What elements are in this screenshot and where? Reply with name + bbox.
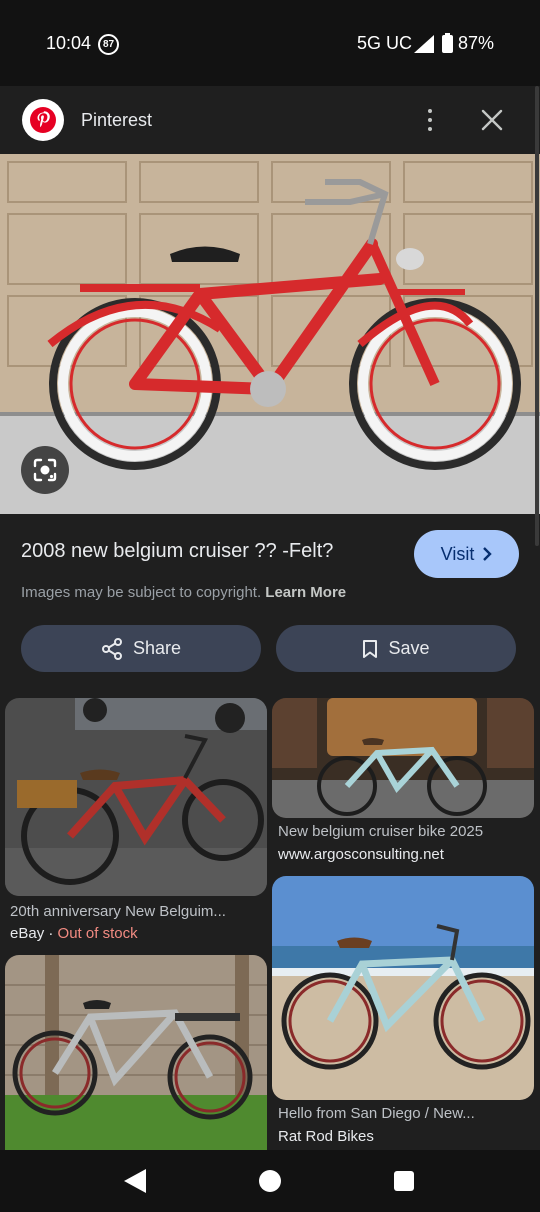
battery-percent: 87%: [458, 33, 495, 53]
scrollbar[interactable]: [535, 86, 539, 546]
related-caption-1: 20th anniversary New Belguim...: [10, 903, 226, 920]
result-title: 2008 new belgium cruiser ?? -Felt?: [21, 540, 334, 562]
pinterest-icon: [30, 107, 56, 133]
recents-icon[interactable]: [394, 1171, 414, 1191]
save-button[interactable]: Save: [276, 625, 516, 672]
red-cruiser-bike-photo: [0, 154, 540, 514]
beach-cruiser-photo: [272, 876, 534, 1100]
visit-button[interactable]: Visit: [414, 530, 519, 578]
signal-icon: [414, 35, 434, 53]
related-source-1: eBay · Out of stock: [10, 925, 138, 942]
lens-button[interactable]: [21, 446, 69, 494]
stock-status: Out of stock: [57, 925, 138, 942]
site-name: Pinterest: [81, 110, 153, 130]
app-bar: Pinterest: [0, 86, 540, 154]
share-label: Share: [132, 638, 182, 658]
back-icon[interactable]: [124, 1169, 146, 1193]
related-source-3: Rat Rod Bikes: [278, 1128, 374, 1145]
save-label: Save: [388, 638, 430, 658]
related-source-2: www.argosconsulting.net: [278, 846, 444, 863]
chevron-right-icon: [483, 547, 493, 561]
related-image-3[interactable]: [272, 876, 534, 1100]
source-separator: ·: [44, 925, 58, 942]
notification-count-badge: 87: [98, 34, 119, 55]
source-name: eBay: [10, 925, 45, 942]
system-navigation-bar: [0, 1150, 540, 1212]
status-time: 10:04: [46, 33, 92, 53]
more-vert-icon[interactable]: [418, 106, 442, 134]
copyright-text: Images may be subject to copyright.: [21, 584, 262, 601]
visit-label: Visit: [440, 543, 475, 564]
red-vintage-bike-photo: [5, 698, 267, 896]
status-bar: 10:04 87 5G UC 87%: [0, 0, 540, 86]
silver-cruiser-fence-photo: [5, 955, 267, 1150]
related-image-4[interactable]: [5, 955, 267, 1150]
battery-icon: [442, 33, 453, 53]
lens-icon: [33, 458, 57, 482]
close-icon[interactable]: [479, 107, 505, 133]
learn-more-link[interactable]: Learn More: [265, 584, 346, 601]
pinterest-logo: [22, 99, 64, 141]
home-icon[interactable]: [259, 1170, 281, 1192]
share-button[interactable]: Share: [21, 625, 261, 672]
copyright-note: Images may be subject to copyright. Lear…: [21, 584, 346, 601]
related-image-2[interactable]: [272, 698, 534, 818]
related-image-1[interactable]: [5, 698, 267, 896]
network-label: 5G UC: [357, 33, 413, 53]
result-image[interactable]: [0, 154, 540, 514]
related-caption-3: Hello from San Diego / New...: [278, 1105, 475, 1122]
bookmark-icon: [363, 639, 378, 658]
share-icon: [101, 637, 122, 660]
related-caption-2: New belgium cruiser bike 2025: [278, 823, 484, 840]
blue-cruiser-barrels-photo: [272, 698, 534, 818]
